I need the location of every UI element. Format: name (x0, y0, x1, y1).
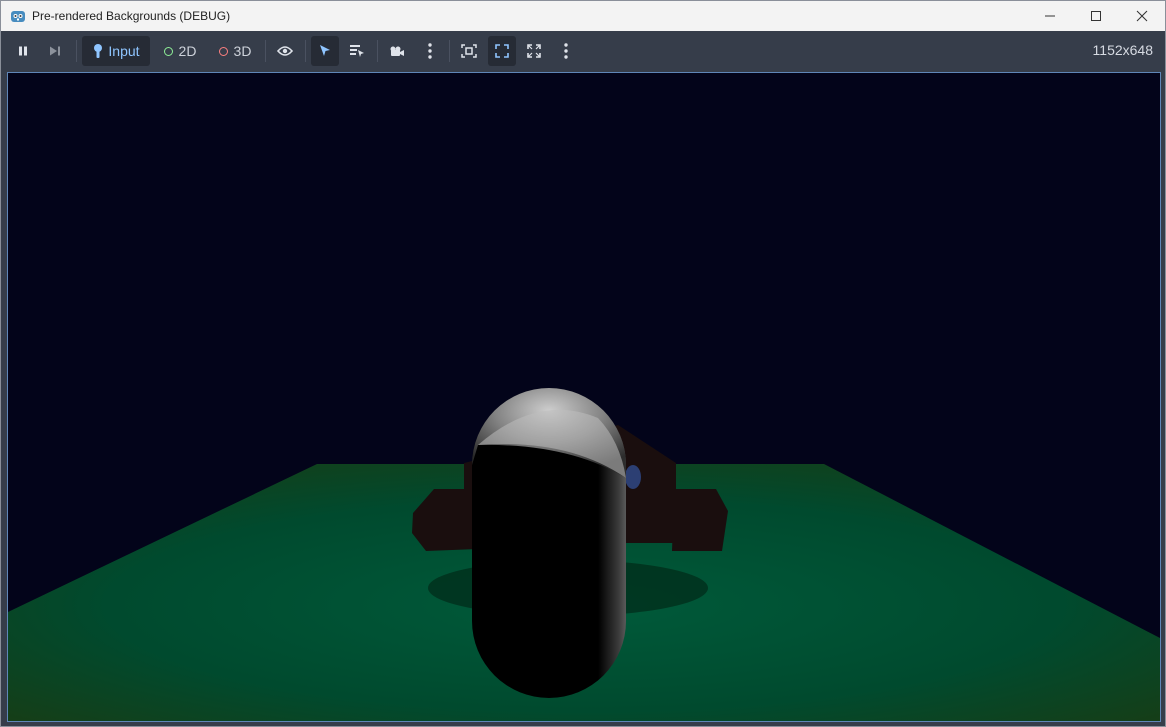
toolbar-separator (377, 40, 378, 62)
pause-button[interactable] (9, 36, 37, 66)
fit-viewport-button[interactable] (488, 36, 516, 66)
cursor-arrow-icon (320, 45, 330, 56)
list-cursor-icon (350, 45, 364, 57)
2d-ring-icon (163, 46, 173, 56)
eye-icon (277, 46, 293, 56)
game-viewport[interactable] (7, 72, 1161, 722)
expand-corners-icon (495, 44, 509, 58)
camera-button[interactable] (383, 36, 411, 66)
focus-selection-button[interactable] (455, 36, 483, 66)
game-window: Pre-rendered Backgrounds (DEBUG) Input 2… (0, 0, 1166, 727)
minimize-button[interactable] (1027, 1, 1073, 31)
fullscreen-button[interactable] (520, 36, 548, 66)
camera-options-button[interactable] (417, 36, 443, 66)
list-select-button[interactable] (343, 36, 371, 66)
resolution-label: 1152x648 (1092, 42, 1153, 58)
3d-ring-icon (218, 46, 228, 56)
toolbar-separator (305, 40, 306, 62)
kebab-menu-icon (564, 43, 568, 59)
mode-3d-button[interactable]: 3D (210, 36, 260, 66)
godot-icon (11, 11, 25, 22)
scene-render (8, 73, 1160, 721)
maximize-button[interactable] (1073, 1, 1119, 31)
visibility-button[interactable] (271, 36, 299, 66)
input-toggle-button[interactable]: Input (82, 36, 150, 66)
focus-frame-icon (461, 44, 477, 58)
toolbar-separator (76, 40, 77, 62)
close-icon (1136, 10, 1148, 22)
mode-2d-label: 2D (178, 43, 197, 59)
next-frame-icon (50, 46, 60, 56)
joystick-icon (94, 44, 103, 58)
mode-3d-label: 3D (233, 43, 252, 59)
player-capsule (472, 388, 626, 698)
next-frame-button[interactable] (41, 36, 69, 66)
mode-2d-button[interactable]: 2D (156, 36, 204, 66)
fullscreen-icon (527, 44, 541, 58)
view-options-button[interactable] (553, 36, 579, 66)
select-tool-button[interactable] (311, 36, 339, 66)
input-toggle-label: Input (108, 43, 140, 59)
kebab-menu-icon (428, 43, 432, 59)
maximize-icon (1091, 11, 1101, 21)
debug-toolbar: Input 2D 3D 1152x648 (1, 31, 1165, 70)
pause-icon (19, 46, 27, 56)
minimize-icon (1045, 15, 1055, 17)
toolbar-separator (449, 40, 450, 62)
window-title: Pre-rendered Backgrounds (DEBUG) (32, 9, 231, 23)
toolbar-separator (265, 40, 266, 62)
camera-icon (390, 46, 404, 56)
title-bar[interactable]: Pre-rendered Backgrounds (DEBUG) (1, 1, 1165, 31)
close-button[interactable] (1119, 1, 1165, 31)
